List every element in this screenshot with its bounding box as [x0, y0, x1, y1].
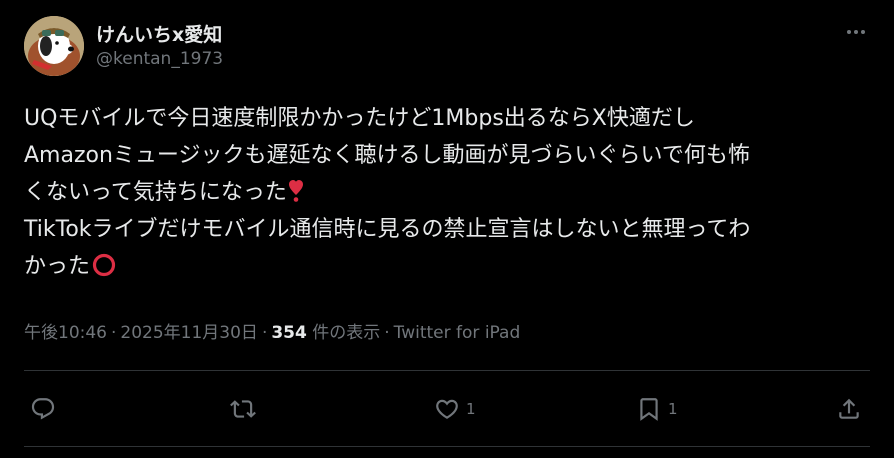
tweet-time[interactable]: 午後10:46 [24, 323, 107, 343]
avatar[interactable] [24, 16, 84, 76]
bookmark-icon [640, 398, 658, 421]
snoopy-avatar-icon [24, 16, 84, 76]
heavy-large-circle-icon [92, 253, 116, 277]
like-count: 1 [466, 400, 476, 418]
tweet-source: Twitter for iPad [393, 323, 521, 343]
retweet-button[interactable] [230, 390, 262, 428]
divider [24, 446, 870, 447]
tweet-line: くないって気持ちになった [24, 180, 287, 205]
retweet-icon [230, 400, 256, 418]
like-button[interactable]: 1 [434, 390, 476, 428]
tweet-text: UQモバイルで今日速度制限かかったけど1Mbps出るならX快適だし Amazon… [24, 100, 870, 285]
meta-separator: · [384, 323, 390, 343]
tweet-line: Amazonミュージックも遅延なく聴けるし動画が見づらいぐらいで何も怖 [24, 143, 750, 168]
more-horizontal-icon [847, 30, 865, 34]
divider [24, 370, 870, 371]
user-handle[interactable]: @kentan_1973 [96, 49, 223, 69]
share-button[interactable] [836, 390, 862, 428]
action-bar: 1 1 [24, 390, 870, 428]
tweet-date[interactable]: 2025年11月30日 [120, 323, 258, 343]
tweet-card: けんいちx愛知 @kentan_1973 UQモバイルで今日速度制限かかったけど… [0, 0, 894, 458]
display-name[interactable]: けんいちx愛知 [96, 20, 222, 47]
tweet-line: TikTokライブだけモバイル通信時に見るの禁止宣言はしないと無理ってわ [24, 217, 751, 242]
heart-exclamation-icon [288, 180, 303, 202]
reply-icon [31, 398, 55, 420]
tweet-meta: 午後10:46 · 2025年11月30日 · 354 件の表示 · Twitter for… [24, 318, 520, 343]
tweet-line: かった [24, 254, 91, 279]
reply-button[interactable] [30, 390, 62, 428]
tweet-line-with-emoji: くないって気持ちになった [24, 174, 870, 211]
tweet-line-with-emoji: かった [24, 248, 870, 285]
heart-icon [436, 399, 458, 419]
tweet-header: けんいちx愛知 @kentan_1973 [24, 16, 870, 78]
share-icon [839, 398, 859, 419]
bookmark-button[interactable]: 1 [636, 390, 678, 428]
views-label: 件の表示 [312, 323, 381, 343]
views-count: 354 [271, 323, 307, 343]
meta-separator: · [111, 323, 117, 343]
tweet-line: UQモバイルで今日速度制限かかったけど1Mbps出るならX快適だし [24, 106, 695, 131]
more-options-button[interactable] [842, 18, 870, 46]
bookmark-count: 1 [668, 400, 678, 418]
meta-separator: · [261, 323, 268, 343]
